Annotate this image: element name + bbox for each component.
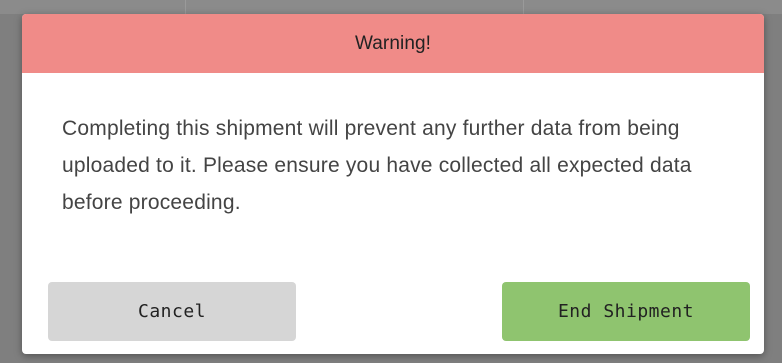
background-column-divider — [185, 0, 186, 14]
end-shipment-button[interactable]: End Shipment — [502, 282, 750, 341]
dialog-footer: Cancel End Shipment — [48, 282, 750, 341]
dialog-title: Warning! — [354, 32, 432, 54]
dialog-message: Completing this shipment will prevent an… — [62, 117, 692, 214]
background-column-divider — [523, 0, 524, 14]
warning-dialog: Warning! Completing this shipment will p… — [22, 14, 764, 354]
cancel-button[interactable]: Cancel — [48, 282, 296, 341]
background-table-header — [0, 0, 782, 14]
dialog-header: Warning! — [22, 14, 764, 73]
